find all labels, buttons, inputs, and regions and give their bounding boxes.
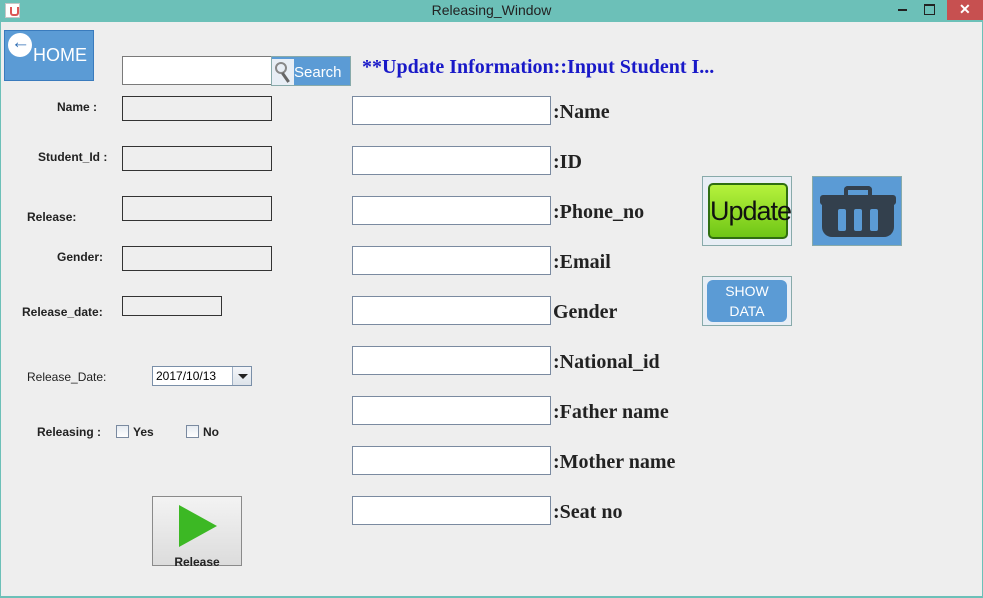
release-label: Release:	[27, 210, 77, 224]
arrow-left-icon	[8, 32, 32, 57]
minimize-button[interactable]	[890, 0, 916, 20]
gender-display-field	[122, 246, 272, 271]
name-input[interactable]	[352, 96, 551, 125]
id-input[interactable]	[352, 146, 551, 175]
form-father-label: :Father name	[553, 401, 669, 423]
update-button[interactable]: Update	[702, 176, 792, 246]
no-label: No	[203, 425, 219, 439]
release-button-label: Release	[174, 555, 220, 569]
release-date-combo[interactable]: 2017/10/13	[152, 366, 252, 386]
trash-bin-icon	[818, 185, 898, 241]
release-date-value: 2017/10/13	[156, 369, 217, 383]
form-gender-label: Gender	[553, 301, 618, 323]
gender-input[interactable]	[352, 296, 551, 325]
no-checkbox[interactable]	[186, 425, 199, 438]
releasing-label: Releasing :	[37, 425, 102, 439]
window-title: Releasing_Window	[431, 2, 552, 18]
update-button-label: Update	[708, 183, 792, 239]
email-input[interactable]	[352, 246, 551, 275]
play-icon	[179, 505, 217, 547]
form-email-label: :Email	[553, 251, 611, 273]
name-display-field	[122, 96, 272, 121]
show-data-face: SHOW DATA	[707, 280, 787, 322]
yes-label: Yes	[133, 425, 154, 439]
student-id-display-field	[122, 146, 272, 171]
mother-name-input[interactable]	[352, 446, 551, 475]
magnifier-icon	[272, 59, 294, 85]
yes-checkbox[interactable]	[116, 425, 129, 438]
release-button[interactable]: Release	[152, 496, 242, 569]
page-heading: **Update Information::Input Student I...	[362, 56, 715, 78]
national-id-input[interactable]	[352, 346, 551, 375]
close-button[interactable]	[947, 0, 983, 20]
delete-button[interactable]	[812, 176, 902, 246]
show-data-button[interactable]: SHOW DATA	[702, 276, 792, 326]
home-button-label: HOME	[33, 45, 87, 65]
maximize-button[interactable]	[916, 0, 942, 20]
release-date-display-field	[122, 296, 222, 316]
chevron-down-icon[interactable]	[232, 367, 251, 385]
form-id-label: :ID	[553, 151, 582, 173]
search-button[interactable]: Search	[271, 56, 351, 86]
name-label: Name :	[57, 100, 98, 114]
phone-input[interactable]	[352, 196, 551, 225]
search-input[interactable]	[122, 56, 272, 85]
release-date-label: Release_date:	[22, 305, 103, 319]
show-data-line1: SHOW	[725, 283, 769, 299]
release-date-picker-label: Release_Date:	[27, 370, 107, 384]
form-national-id-label: :National_id	[553, 351, 660, 373]
student-id-label: Student_Id :	[38, 150, 108, 164]
father-name-input[interactable]	[352, 396, 551, 425]
release-display-field	[122, 196, 272, 221]
show-data-line2: DATA	[729, 303, 765, 319]
search-button-label: Search	[294, 64, 342, 81]
title-bar: Releasing_Window	[0, 0, 983, 22]
home-button[interactable]: HOME	[4, 30, 94, 81]
form-mother-label: :Mother name	[553, 451, 676, 473]
form-name-label: :Name	[553, 101, 610, 123]
form-phone-label: :Phone_no	[553, 201, 645, 223]
form-seat-label: :Seat no	[553, 501, 623, 523]
seat-no-input[interactable]	[352, 496, 551, 525]
gender-label: Gender:	[57, 250, 104, 264]
